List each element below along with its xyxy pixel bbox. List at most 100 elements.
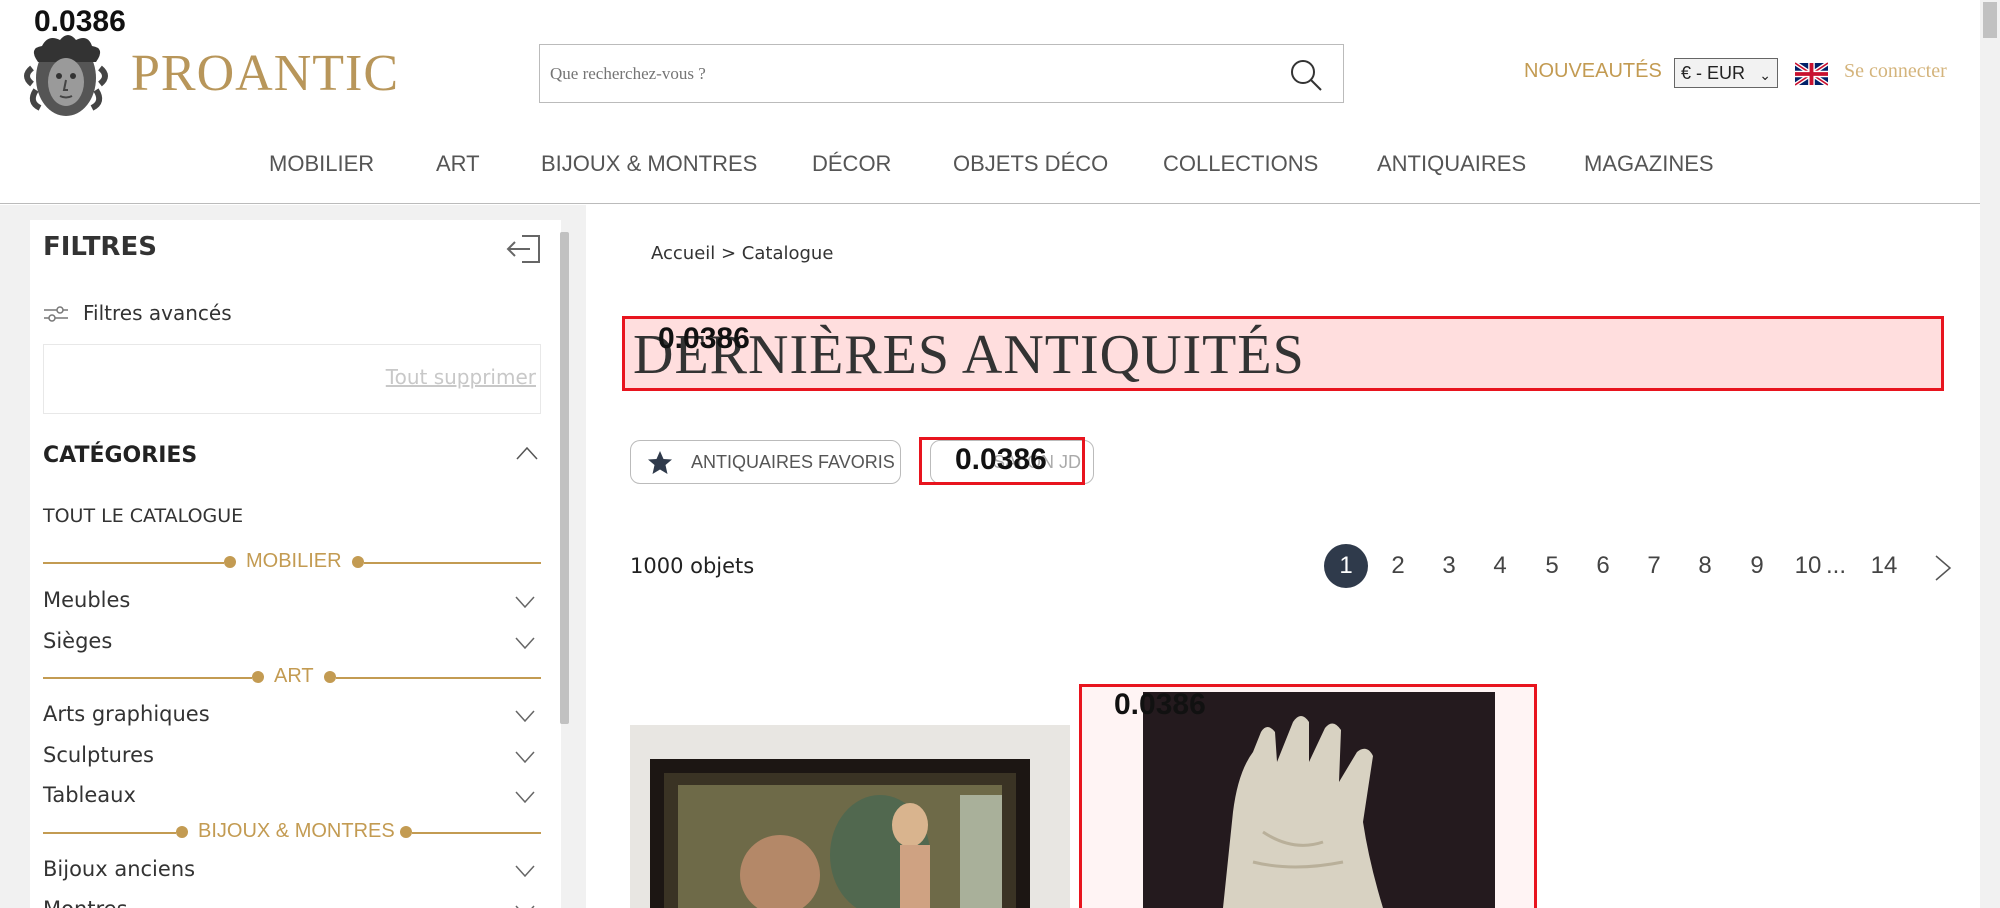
nav-item-collections[interactable]: COLLECTIONS	[1163, 151, 1318, 177]
divider-line	[43, 677, 252, 679]
result-count: 1000 objets	[630, 554, 755, 578]
sidebar-scrollbar[interactable]	[560, 232, 569, 724]
group-divider-mobilier: MOBILIER	[43, 550, 541, 576]
category-label: Arts graphiques	[43, 702, 210, 726]
divider-line	[412, 832, 541, 834]
category-sculptures[interactable]: Sculptures	[43, 743, 541, 773]
score-label: 0.0386	[1114, 688, 1206, 721]
all-catalogue-link[interactable]: TOUT LE CATALOGUE	[43, 505, 243, 527]
page-scrollbar-thumb[interactable]	[1983, 2, 1997, 38]
sliders-icon[interactable]	[44, 304, 68, 324]
filters-title: FILTRES	[43, 232, 157, 262]
nav-item-decor[interactable]: DÉCOR	[812, 151, 891, 177]
page-5[interactable]: 5	[1530, 544, 1574, 588]
divider-dot	[176, 826, 188, 838]
category-sieges[interactable]: Sièges	[43, 629, 541, 659]
divider-line	[43, 832, 176, 834]
divider-dot	[400, 826, 412, 838]
nav-item-art[interactable]: ART	[436, 151, 480, 177]
collapse-sidebar-icon[interactable]	[506, 234, 542, 264]
divider-dot	[252, 671, 264, 683]
category-label: Bijoux anciens	[43, 857, 196, 881]
page-6[interactable]: 6	[1581, 544, 1625, 588]
page-4[interactable]: 4	[1478, 544, 1522, 588]
active-filters-box: Tout supprimer	[43, 344, 541, 414]
category-label: Sièges	[43, 629, 113, 653]
category-bijoux-anciens[interactable]: Bijoux anciens	[43, 857, 541, 887]
nav-item-magazines[interactable]: MAGAZINES	[1584, 151, 1714, 177]
page-1[interactable]: 1	[1324, 544, 1368, 588]
favorite-dealers-button[interactable]: ANTIQUAIRES FAVORIS	[630, 440, 901, 484]
page-8[interactable]: 8	[1683, 544, 1727, 588]
page-9[interactable]: 9	[1735, 544, 1779, 588]
star-icon	[648, 451, 672, 474]
favorite-dealers-label: ANTIQUAIRES FAVORIS	[691, 452, 895, 472]
breadcrumb[interactable]: Accueil > Catalogue	[651, 243, 833, 264]
group-label-art: ART	[274, 665, 314, 687]
category-label: Sculptures	[43, 743, 154, 767]
category-meubles[interactable]: Meubles	[43, 588, 541, 618]
search-input[interactable]	[550, 45, 1280, 102]
chevron-up-icon[interactable]	[516, 446, 538, 460]
category-montres[interactable]: Montres	[43, 897, 541, 908]
login-link[interactable]: Se connecter	[1844, 60, 1947, 83]
score-label: 0.0386	[658, 322, 750, 355]
divider-dot	[324, 671, 336, 683]
nav-item-mobilier[interactable]: MOBILIER	[269, 151, 374, 177]
currency-select[interactable]: € - EUR ⌄	[1674, 58, 1778, 88]
brand-name[interactable]: PROANTIC	[131, 44, 399, 103]
page-3[interactable]: 3	[1427, 544, 1471, 588]
filters-sidebar: FILTRES Filtres avancés Tout supprimer C…	[30, 220, 561, 908]
divider-line	[364, 562, 541, 564]
logo[interactable]	[18, 28, 114, 124]
group-divider-art: ART	[43, 665, 541, 691]
chevron-down-icon[interactable]	[515, 751, 535, 763]
score-label: 0.0386	[955, 443, 1047, 476]
divider-dot	[224, 556, 236, 568]
group-label-bijoux-montres: BIJOUX & MONTRES	[198, 820, 395, 842]
page-ellipsis: ...	[1825, 552, 1846, 579]
category-arts-graphiques[interactable]: Arts graphiques	[43, 702, 541, 732]
page-scrollbar[interactable]	[1980, 0, 2000, 908]
chevron-down-icon[interactable]	[515, 637, 535, 649]
search-bar[interactable]	[539, 44, 1344, 103]
product-image-hand-sculpture[interactable]	[1143, 692, 1495, 908]
hand-sculpture-picture	[1143, 692, 1495, 908]
main-nav: MOBILIER ART BIJOUX & MONTRES DÉCOR OBJE…	[0, 145, 1980, 185]
score-label: 0.0386	[34, 5, 126, 38]
nav-item-antiquaires[interactable]: ANTIQUAIRES	[1377, 151, 1526, 177]
page: PROANTIC NOUVEAUTÉS € - EUR ⌄ Se connect…	[0, 0, 2000, 908]
group-label-mobilier: MOBILIER	[246, 550, 342, 572]
categories-title[interactable]: CATÉGORIES	[43, 443, 197, 468]
divider-dot	[352, 556, 364, 568]
chevron-down-icon[interactable]	[515, 710, 535, 722]
divider-line	[43, 562, 224, 564]
category-label: Tableaux	[43, 783, 136, 807]
nouveautes-link[interactable]: NOUVEAUTÉS	[1524, 60, 1662, 83]
pagination: 1 2 3 4 5 6 7 8 9 10 ... 14	[1324, 544, 1960, 588]
group-divider-bijoux-montres: BIJOUX & MONTRES	[43, 820, 541, 846]
page-2[interactable]: 2	[1376, 544, 1420, 588]
category-label: Montres	[43, 897, 128, 908]
currency-value: € - EUR	[1681, 63, 1746, 83]
category-label: Meubles	[43, 588, 131, 612]
uk-flag-icon[interactable]	[1795, 62, 1828, 86]
chevron-down-icon[interactable]	[515, 865, 535, 877]
nav-item-objets-deco[interactable]: OBJETS DÉCO	[953, 151, 1108, 177]
medusa-head-icon	[24, 35, 108, 116]
painting-picture	[630, 725, 1070, 908]
chevron-right-icon[interactable]	[1934, 554, 1952, 582]
divider-line	[336, 677, 541, 679]
site-header: PROANTIC NOUVEAUTÉS € - EUR ⌄ Se connect…	[0, 0, 1980, 204]
chevron-down-icon[interactable]	[515, 596, 535, 608]
page-title-highlight: DERNIÈRES ANTIQUITÉS	[622, 316, 1944, 391]
advanced-filters-link[interactable]: Filtres avancés	[83, 301, 232, 325]
clear-all-link[interactable]: Tout supprimer	[386, 365, 536, 389]
search-icon[interactable]	[1289, 58, 1323, 92]
product-image-painting[interactable]	[630, 725, 1070, 908]
page-7[interactable]: 7	[1632, 544, 1676, 588]
nav-item-bijoux-montres[interactable]: BIJOUX & MONTRES	[541, 151, 757, 177]
page-14[interactable]: 14	[1862, 544, 1906, 588]
chevron-down-icon[interactable]	[515, 791, 535, 803]
category-tableaux[interactable]: Tableaux	[43, 783, 541, 813]
